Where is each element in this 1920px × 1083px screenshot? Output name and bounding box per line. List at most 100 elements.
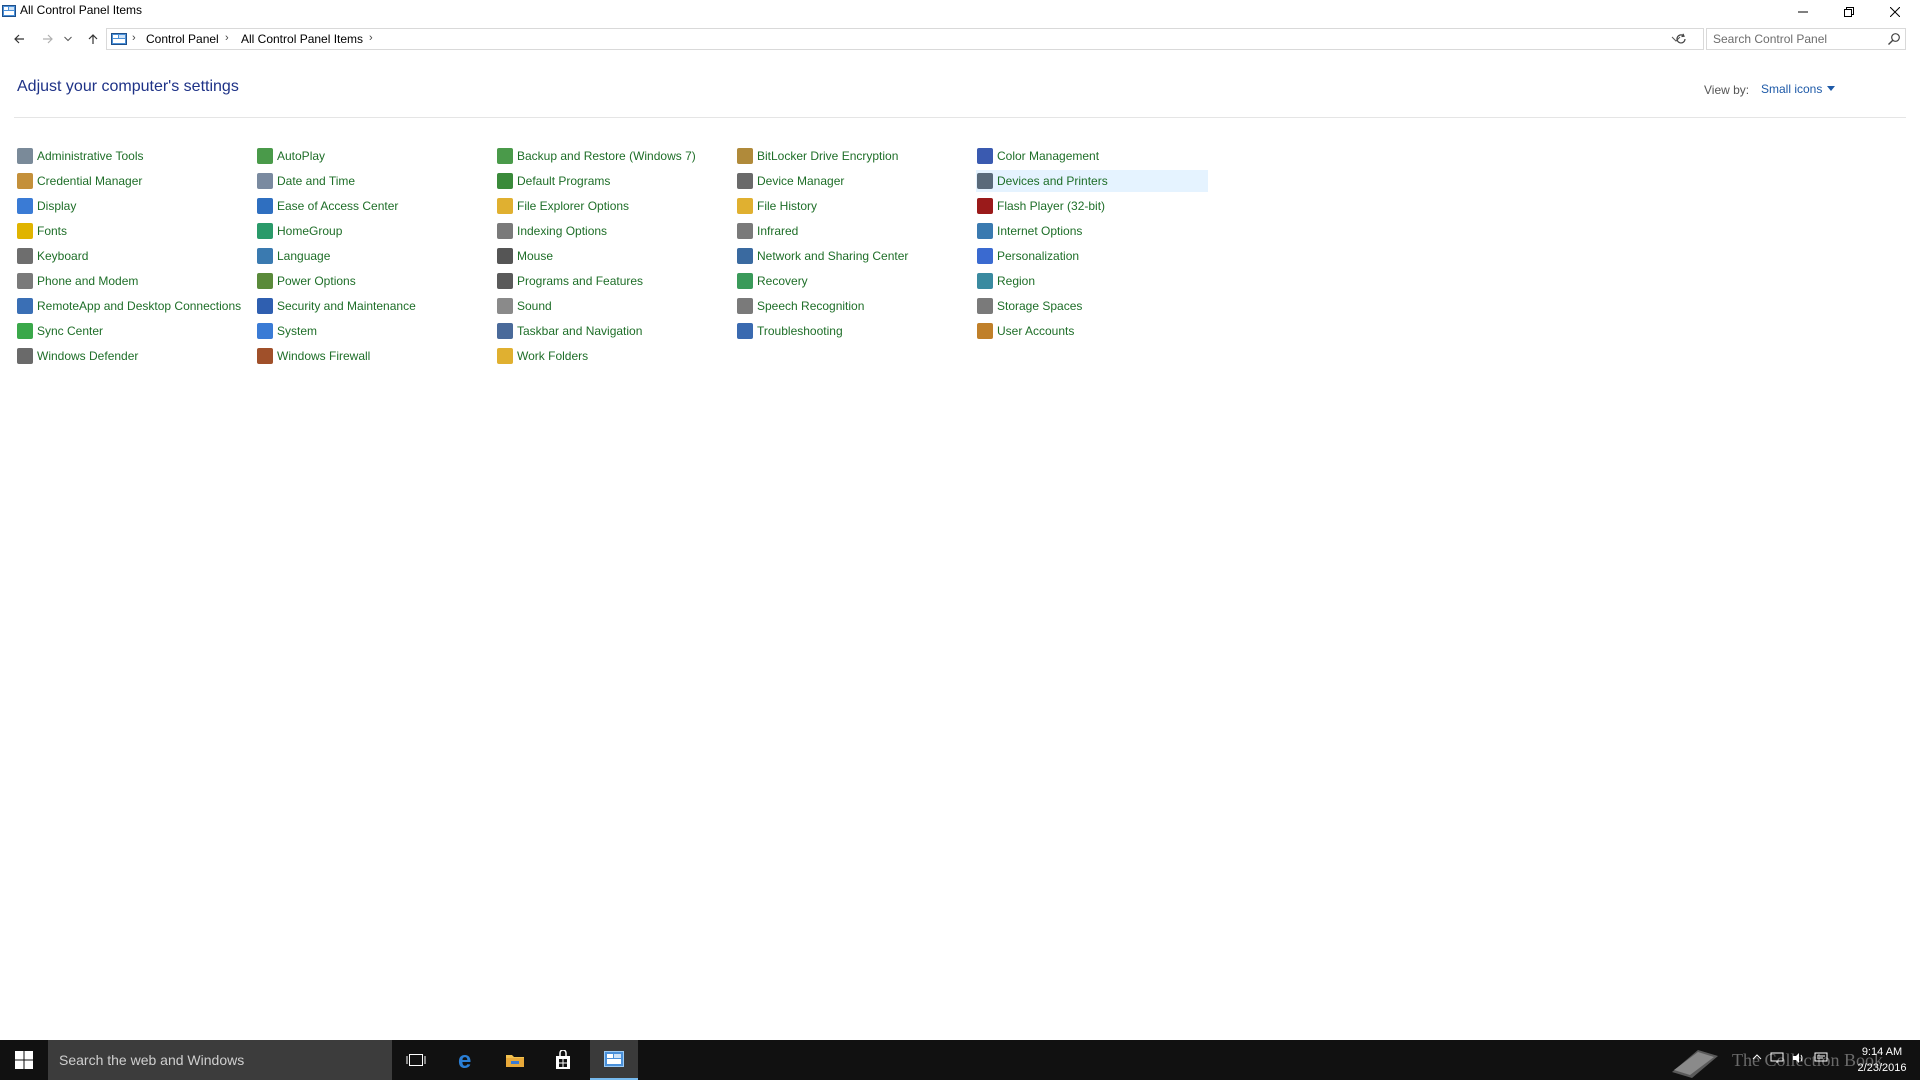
control-panel-item-speech-recognition[interactable]: Speech Recognition (737, 295, 864, 317)
breadcrumb-all-items[interactable]: All Control Panel Items (241, 32, 363, 46)
control-panel-item-label: Storage Spaces (997, 299, 1083, 313)
view-by-dropdown[interactable]: Small icons (1761, 82, 1822, 96)
control-panel-item-phone-and-modem[interactable]: Phone and Modem (17, 270, 138, 292)
control-panel-item-indexing-options[interactable]: Indexing Options (497, 220, 607, 242)
recent-locations-chevron-icon[interactable] (61, 28, 75, 50)
control-panel-item-homegroup[interactable]: HomeGroup (257, 220, 342, 242)
security-maintenance-icon (257, 298, 273, 314)
control-panel-item-internet-options[interactable]: Internet Options (977, 220, 1082, 242)
breadcrumb-separator-icon[interactable]: › (132, 32, 136, 44)
programs-features-icon (497, 273, 513, 289)
window-title: All Control Panel Items (20, 3, 143, 17)
chevron-down-icon[interactable] (1827, 86, 1835, 92)
control-panel-item-bitlocker-drive-encryption[interactable]: BitLocker Drive Encryption (737, 145, 898, 167)
control-panel-item-windows-defender[interactable]: Windows Defender (17, 345, 138, 367)
control-panel-app-icon (2, 4, 16, 18)
breadcrumb-separator-icon[interactable]: › (225, 32, 229, 44)
control-panel-item-label: User Accounts (997, 324, 1075, 338)
control-panel-item-date-and-time[interactable]: Date and Time (257, 170, 355, 192)
control-panel-item-color-management[interactable]: Color Management (977, 145, 1099, 167)
control-panel-item-ease-of-access-center[interactable]: Ease of Access Center (257, 195, 398, 217)
close-button[interactable] (1872, 0, 1918, 24)
control-panel-item-file-explorer-options[interactable]: File Explorer Options (497, 195, 629, 217)
page-title: Adjust your computer's settings (17, 78, 239, 95)
control-panel-item-personalization[interactable]: Personalization (977, 245, 1079, 267)
control-panel-item-remoteapp-and-desktop-connections[interactable]: RemoteApp and Desktop Connections (17, 295, 241, 317)
control-panel-item-label: File Explorer Options (517, 199, 630, 213)
control-panel-item-programs-and-features[interactable]: Programs and Features (497, 270, 643, 292)
control-panel-item-label: Sound (517, 299, 552, 313)
restore-button[interactable] (1826, 0, 1872, 24)
chevron-up-icon[interactable] (1752, 1052, 1762, 1062)
control-panel-item-troubleshooting[interactable]: Troubleshooting (737, 320, 843, 342)
store-button[interactable] (539, 1040, 587, 1080)
store-icon (556, 1050, 570, 1069)
control-panel-item-system[interactable]: System (257, 320, 317, 342)
control-panel-item-sync-center[interactable]: Sync Center (17, 320, 103, 342)
header-divider (14, 117, 1906, 118)
taskbar-search-box[interactable]: Search the web and Windows (48, 1040, 392, 1080)
control-panel-item-region[interactable]: Region (977, 270, 1035, 292)
forward-button[interactable] (37, 28, 59, 50)
search-box[interactable] (1706, 28, 1906, 50)
control-panel-item-label: Network and Sharing Center (757, 249, 909, 263)
devices-printers-icon (977, 173, 993, 189)
control-panel-item-label: Power Options (277, 274, 356, 288)
control-panel-item-security-and-maintenance[interactable]: Security and Maintenance (257, 295, 416, 317)
clock[interactable]: 9:14 AM 2/23/2016 (1852, 1044, 1912, 1076)
start-button[interactable] (0, 1040, 48, 1080)
control-panel-item-power-options[interactable]: Power Options (257, 270, 356, 292)
file-explorer-button[interactable] (491, 1040, 539, 1080)
task-view-button[interactable] (392, 1040, 440, 1080)
control-panel-item-user-accounts[interactable]: User Accounts (977, 320, 1074, 342)
control-panel-item-default-programs[interactable]: Default Programs (497, 170, 610, 192)
indexing-options-icon (497, 223, 513, 239)
network-icon[interactable] (1770, 1052, 1784, 1064)
edge-browser-button[interactable]: e (443, 1040, 491, 1080)
breadcrumb-control-panel[interactable]: Control Panel (146, 32, 219, 46)
action-center-icon[interactable] (1814, 1052, 1828, 1064)
control-panel-taskbar-button[interactable] (590, 1040, 638, 1080)
control-panel-item-label: Sync Center (37, 324, 104, 338)
control-panel-item-device-manager[interactable]: Device Manager (737, 170, 844, 192)
control-panel-item-network-and-sharing-center[interactable]: Network and Sharing Center (737, 245, 908, 267)
control-panel-item-administrative-tools[interactable]: Administrative Tools (17, 145, 144, 167)
back-button[interactable] (8, 28, 30, 50)
control-panel-item-mouse[interactable]: Mouse (497, 245, 553, 267)
control-panel-item-file-history[interactable]: File History (737, 195, 817, 217)
control-panel-item-work-folders[interactable]: Work Folders (497, 345, 588, 367)
windows-defender-icon (17, 348, 33, 364)
minimize-button[interactable] (1780, 0, 1826, 24)
control-panel-item-backup-and-restore-windows-7[interactable]: Backup and Restore (Windows 7) (497, 145, 696, 167)
control-panel-item-sound[interactable]: Sound (497, 295, 552, 317)
address-bar[interactable]: › Control Panel › All Control Panel Item… (106, 28, 1704, 50)
breadcrumb-separator-icon[interactable]: › (369, 32, 373, 44)
control-panel-item-label: BitLocker Drive Encryption (757, 149, 899, 163)
search-input[interactable] (1713, 31, 1873, 47)
control-panel-item-language[interactable]: Language (257, 245, 330, 267)
control-panel-item-display[interactable]: Display (17, 195, 76, 217)
control-panel-item-storage-spaces[interactable]: Storage Spaces (977, 295, 1082, 317)
control-panel-item-keyboard[interactable]: Keyboard (17, 245, 88, 267)
control-panel-item-devices-and-printers[interactable]: Devices and Printers (976, 170, 1208, 192)
control-panel-item-label: Color Management (997, 149, 1100, 163)
refresh-button[interactable] (1670, 28, 1692, 50)
control-panel-icon (604, 1051, 624, 1067)
up-button[interactable] (82, 28, 104, 50)
control-panel-item-taskbar-and-navigation[interactable]: Taskbar and Navigation (497, 320, 642, 342)
control-panel-item-windows-firewall[interactable]: Windows Firewall (257, 345, 370, 367)
control-panel-item-recovery[interactable]: Recovery (737, 270, 808, 292)
control-panel-item-autoplay[interactable]: AutoPlay (257, 145, 325, 167)
control-panel-item-fonts[interactable]: Fonts (17, 220, 67, 242)
volume-icon[interactable] (1792, 1052, 1806, 1064)
bitlocker-icon (737, 148, 753, 164)
control-panel-item-flash-player-32-bit[interactable]: Flash Player (32-bit) (977, 195, 1105, 217)
work-folders-icon (497, 348, 513, 364)
control-panel-window: All Control Panel Items › Control Panel … (0, 0, 1920, 1040)
control-panel-item-infrared[interactable]: Infrared (737, 220, 798, 242)
default-programs-icon (497, 173, 513, 189)
troubleshooting-icon (737, 323, 753, 339)
search-icon[interactable] (1887, 32, 1901, 46)
control-panel-item-credential-manager[interactable]: Credential Manager (17, 170, 142, 192)
flash-player-icon (977, 198, 993, 214)
